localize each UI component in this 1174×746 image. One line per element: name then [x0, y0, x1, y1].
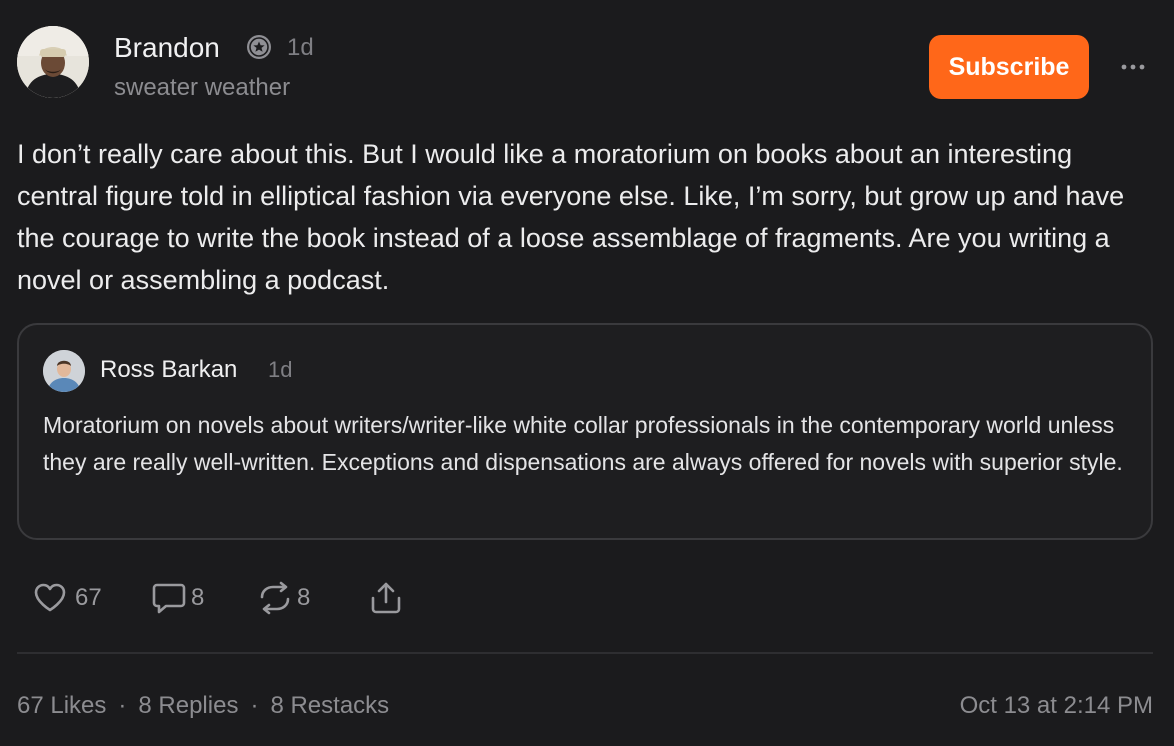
restacks-link[interactable]: 8 Restacks — [270, 690, 389, 722]
post-time: 1d — [287, 34, 314, 61]
share-button[interactable] — [368, 578, 404, 618]
stats-separator: · — [118, 692, 127, 719]
quoted-note-card[interactable]: Ross Barkan 1d Moratorium on novels abou… — [17, 323, 1153, 540]
subscribe-button[interactable]: Subscribe — [929, 35, 1089, 99]
quote-author-avatar[interactable] — [43, 350, 85, 392]
post-body: I don’t really care about this. But I wo… — [17, 139, 1125, 295]
quote-avatar-photo — [43, 350, 85, 392]
restack-count: 8 — [297, 584, 311, 611]
quote-author-name[interactable]: Ross Barkan — [100, 355, 237, 385]
reply-count: 8 — [191, 584, 205, 611]
ellipsis-icon[interactable] — [1116, 57, 1150, 77]
divider — [17, 652, 1153, 654]
restack-button[interactable]: 8 — [257, 578, 310, 618]
quote-time: 1d — [268, 357, 293, 382]
post-timestamp: Oct 13 at 2:14 PM — [959, 692, 1153, 719]
quote-text: Moratorium on novels about writers/write… — [43, 412, 1123, 475]
star-badge-icon — [247, 35, 271, 59]
share-icon — [371, 582, 401, 614]
note-post: Brandon 1d sweater weather Subscribe I d… — [0, 0, 1174, 746]
comment-icon — [152, 583, 186, 614]
likes-link[interactable]: 67 Likes — [17, 690, 106, 722]
author-avatar[interactable] — [17, 26, 89, 98]
restack-icon — [260, 581, 290, 615]
like-button[interactable]: 67 — [33, 578, 102, 618]
reply-button[interactable]: 8 — [151, 578, 204, 618]
replies-link[interactable]: 8 Replies — [138, 690, 238, 722]
stats-separator: · — [250, 692, 259, 719]
like-count: 67 — [75, 584, 102, 611]
author-name[interactable]: Brandon — [114, 31, 220, 65]
heart-icon — [34, 583, 66, 612]
engagement-stats: 67 Likes · 8 Replies · 8 Restacks — [17, 690, 389, 722]
avatar-photo — [17, 26, 89, 98]
author-subtitle: sweater weather — [114, 74, 291, 101]
